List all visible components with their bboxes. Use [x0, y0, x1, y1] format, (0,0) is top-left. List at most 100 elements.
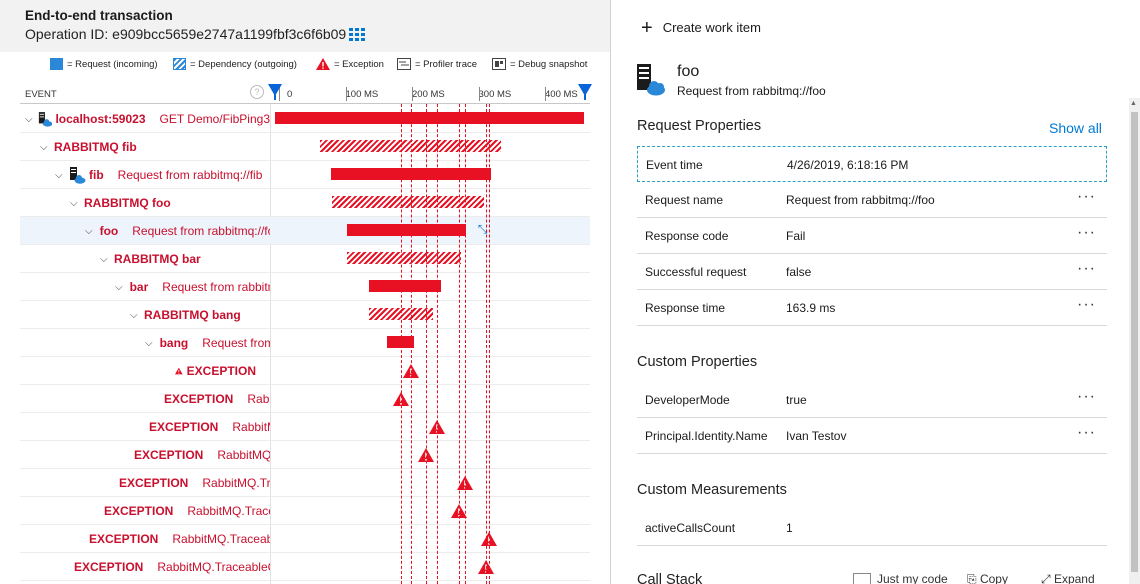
exception-row[interactable]: EXCEPTION RabbitMQ.TraceableConsumer [20, 553, 590, 581]
property-key: Event time [646, 158, 703, 172]
row-label: EXCEPTION RabbitMQ.TraceableConsumer [115, 469, 270, 497]
request-bar[interactable] [386, 336, 414, 348]
exception-line [437, 104, 439, 584]
request-row[interactable]: ⌵ foo Request from rabbitmq://foo ⤡ [20, 217, 590, 245]
dependency-row[interactable]: ⌵ RABBITMQ bar [20, 245, 590, 273]
plus-icon: + [641, 16, 653, 39]
row-label: EXCEPTION RabbitMQ.TraceableConsumer [100, 497, 270, 525]
scroll-up-icon[interactable]: ▲ [1130, 100, 1137, 107]
chevron-down-icon[interactable]: ⌵ [85, 226, 93, 237]
range-end-handle[interactable] [578, 84, 592, 100]
more-options-icon[interactable]: ··· [1077, 260, 1096, 278]
chevron-down-icon[interactable]: ⌵ [100, 254, 110, 265]
request-row[interactable]: ⌵ bar Request from rabbitmq://bar [20, 273, 590, 301]
exception-row[interactable]: EXCEPTION RabbitMQ.TraceableConsumer [20, 385, 590, 413]
request-bar[interactable] [347, 224, 466, 236]
grid-icon[interactable] [349, 28, 365, 42]
row-label: ⌵ RABBITMQ fib [40, 133, 270, 161]
more-options-icon[interactable]: ··· [1077, 296, 1096, 314]
dependency-row[interactable]: ⌵ RABBITMQ foo [20, 189, 590, 217]
row-label: EXCEPTION [175, 357, 270, 385]
warning-triangle-icon [316, 58, 330, 70]
dependency-bar[interactable] [347, 252, 462, 264]
exception-row[interactable]: EXCEPTION RabbitMQ.TraceableConsumer [20, 525, 590, 553]
event-name: RABBITMQ bar [114, 252, 201, 266]
more-options-icon[interactable]: ··· [1077, 188, 1096, 206]
copy-button[interactable]: ⎘ Copy [967, 572, 1008, 584]
event-description: RabbitMQ.TraceableConsumer [172, 532, 270, 546]
dependency-row[interactable]: ⌵ RABBITMQ fib [20, 133, 590, 161]
request-row[interactable]: ⌵ bang Request from rabbitmq://bang [20, 329, 590, 357]
detail-title: foo [677, 63, 700, 80]
exception-line [465, 104, 467, 584]
row-label: ⌵ RABBITMQ foo [70, 189, 270, 217]
just-my-code-toggle[interactable]: Just my code [853, 572, 948, 584]
exception-row[interactable]: EXCEPTION RabbitMQ.TraceableConsumer [20, 441, 590, 469]
row-label: ⌵ fib Request from rabbitmq://fib [55, 161, 270, 189]
event-description: Request from rabbitmq://fib [117, 168, 263, 182]
event-name: bang [159, 336, 189, 350]
request-properties-heading: Request Properties [637, 118, 762, 134]
chevron-down-icon[interactable]: ⌵ [40, 142, 50, 153]
page-title: End-to-end transaction [25, 8, 173, 23]
chevron-down-icon[interactable]: ⌵ [115, 282, 123, 293]
event-name: EXCEPTION [186, 364, 256, 378]
detail-subtitle: Request from rabbitmq://foo [677, 84, 826, 98]
chevron-down-icon[interactable]: ⌵ [55, 170, 65, 181]
property-row: Response time 163.9 ms ··· [637, 290, 1107, 326]
property-key: Response time [645, 301, 726, 315]
debug-snapshot-icon [492, 58, 506, 70]
event-name: bar [129, 280, 149, 294]
legend-dependency: = Dependency (outgoing) [173, 58, 297, 70]
chevron-down-icon[interactable]: ⌵ [145, 338, 153, 349]
create-work-item-button[interactable]: + Create work item [641, 16, 761, 39]
more-options-icon[interactable]: ··· [1077, 224, 1096, 242]
request-swatch-icon [50, 58, 63, 70]
event-name: RABBITMQ fib [54, 140, 137, 154]
event-description: RabbitMQ.TraceableConsumer [247, 392, 270, 406]
chevron-down-icon[interactable]: ⌵ [70, 198, 80, 209]
request-bar[interactable] [275, 112, 584, 124]
exception-line [458, 104, 460, 584]
exception-row[interactable]: EXCEPTION [20, 357, 590, 385]
chevron-down-icon[interactable]: ⌵ [130, 310, 140, 321]
property-row: Event time 4/26/2019, 6:18:16 PM [637, 146, 1107, 182]
dependency-bar[interactable] [332, 196, 485, 208]
scrollbar[interactable]: ▲ [1129, 98, 1140, 584]
tick-label: 400 MS [545, 89, 578, 100]
event-name: foo [99, 224, 119, 238]
request-row[interactable]: ⌵ fib Request from rabbitmq://fib [20, 161, 590, 189]
event-name: EXCEPTION [104, 504, 174, 518]
event-name: EXCEPTION [89, 532, 159, 546]
legend-debug: = Debug snapshot [492, 58, 587, 70]
scrollbar-thumb[interactable] [1131, 112, 1138, 572]
row-label: EXCEPTION RabbitMQ.TraceableConsumer [70, 553, 270, 581]
legend-request: = Request (incoming) [50, 58, 158, 70]
request-bar[interactable] [369, 280, 442, 292]
operation-id: Operation ID: e909bcc5659e2747a1199fbf3c… [25, 26, 347, 42]
expand-button[interactable]: ⤢ Expand [1041, 572, 1095, 584]
event-description: RabbitMQ.TraceableConsumer [232, 420, 270, 434]
event-description: GET Demo/FibPing3 [159, 112, 271, 126]
exception-row[interactable]: EXCEPTION RabbitMQ.TraceableConsumer [20, 413, 590, 441]
more-options-icon[interactable]: ··· [1077, 424, 1096, 442]
exception-line [486, 104, 488, 584]
property-key: Request name [645, 193, 724, 207]
request-row[interactable]: ⌵ localhost:59023 GET Demo/FibPing3 [20, 105, 590, 133]
chevron-down-icon[interactable]: ⌵ [25, 114, 34, 125]
transaction-pane: End-to-end transaction Operation ID: e90… [0, 0, 610, 584]
show-all-link[interactable]: Show all [1049, 120, 1102, 136]
event-name: RABBITMQ bang [144, 308, 241, 322]
range-start-handle[interactable] [268, 84, 282, 100]
event-name: RABBITMQ foo [84, 196, 171, 210]
dependency-row[interactable]: ⌵ RABBITMQ bang [20, 301, 590, 329]
property-value: 4/26/2019, 6:18:16 PM [787, 158, 909, 172]
property-value: true [786, 393, 807, 407]
exception-row[interactable]: EXCEPTION RabbitMQ.TraceableConsumer [20, 497, 590, 525]
tick-mark [345, 87, 347, 101]
exception-row[interactable]: EXCEPTION RabbitMQ.TraceableConsumer [20, 469, 590, 497]
help-icon[interactable]: ? [250, 85, 264, 99]
tick-mark [545, 87, 546, 101]
more-options-icon[interactable]: ··· [1077, 388, 1096, 406]
details-pane: + Create work item foo Request from rabb… [610, 0, 1140, 584]
